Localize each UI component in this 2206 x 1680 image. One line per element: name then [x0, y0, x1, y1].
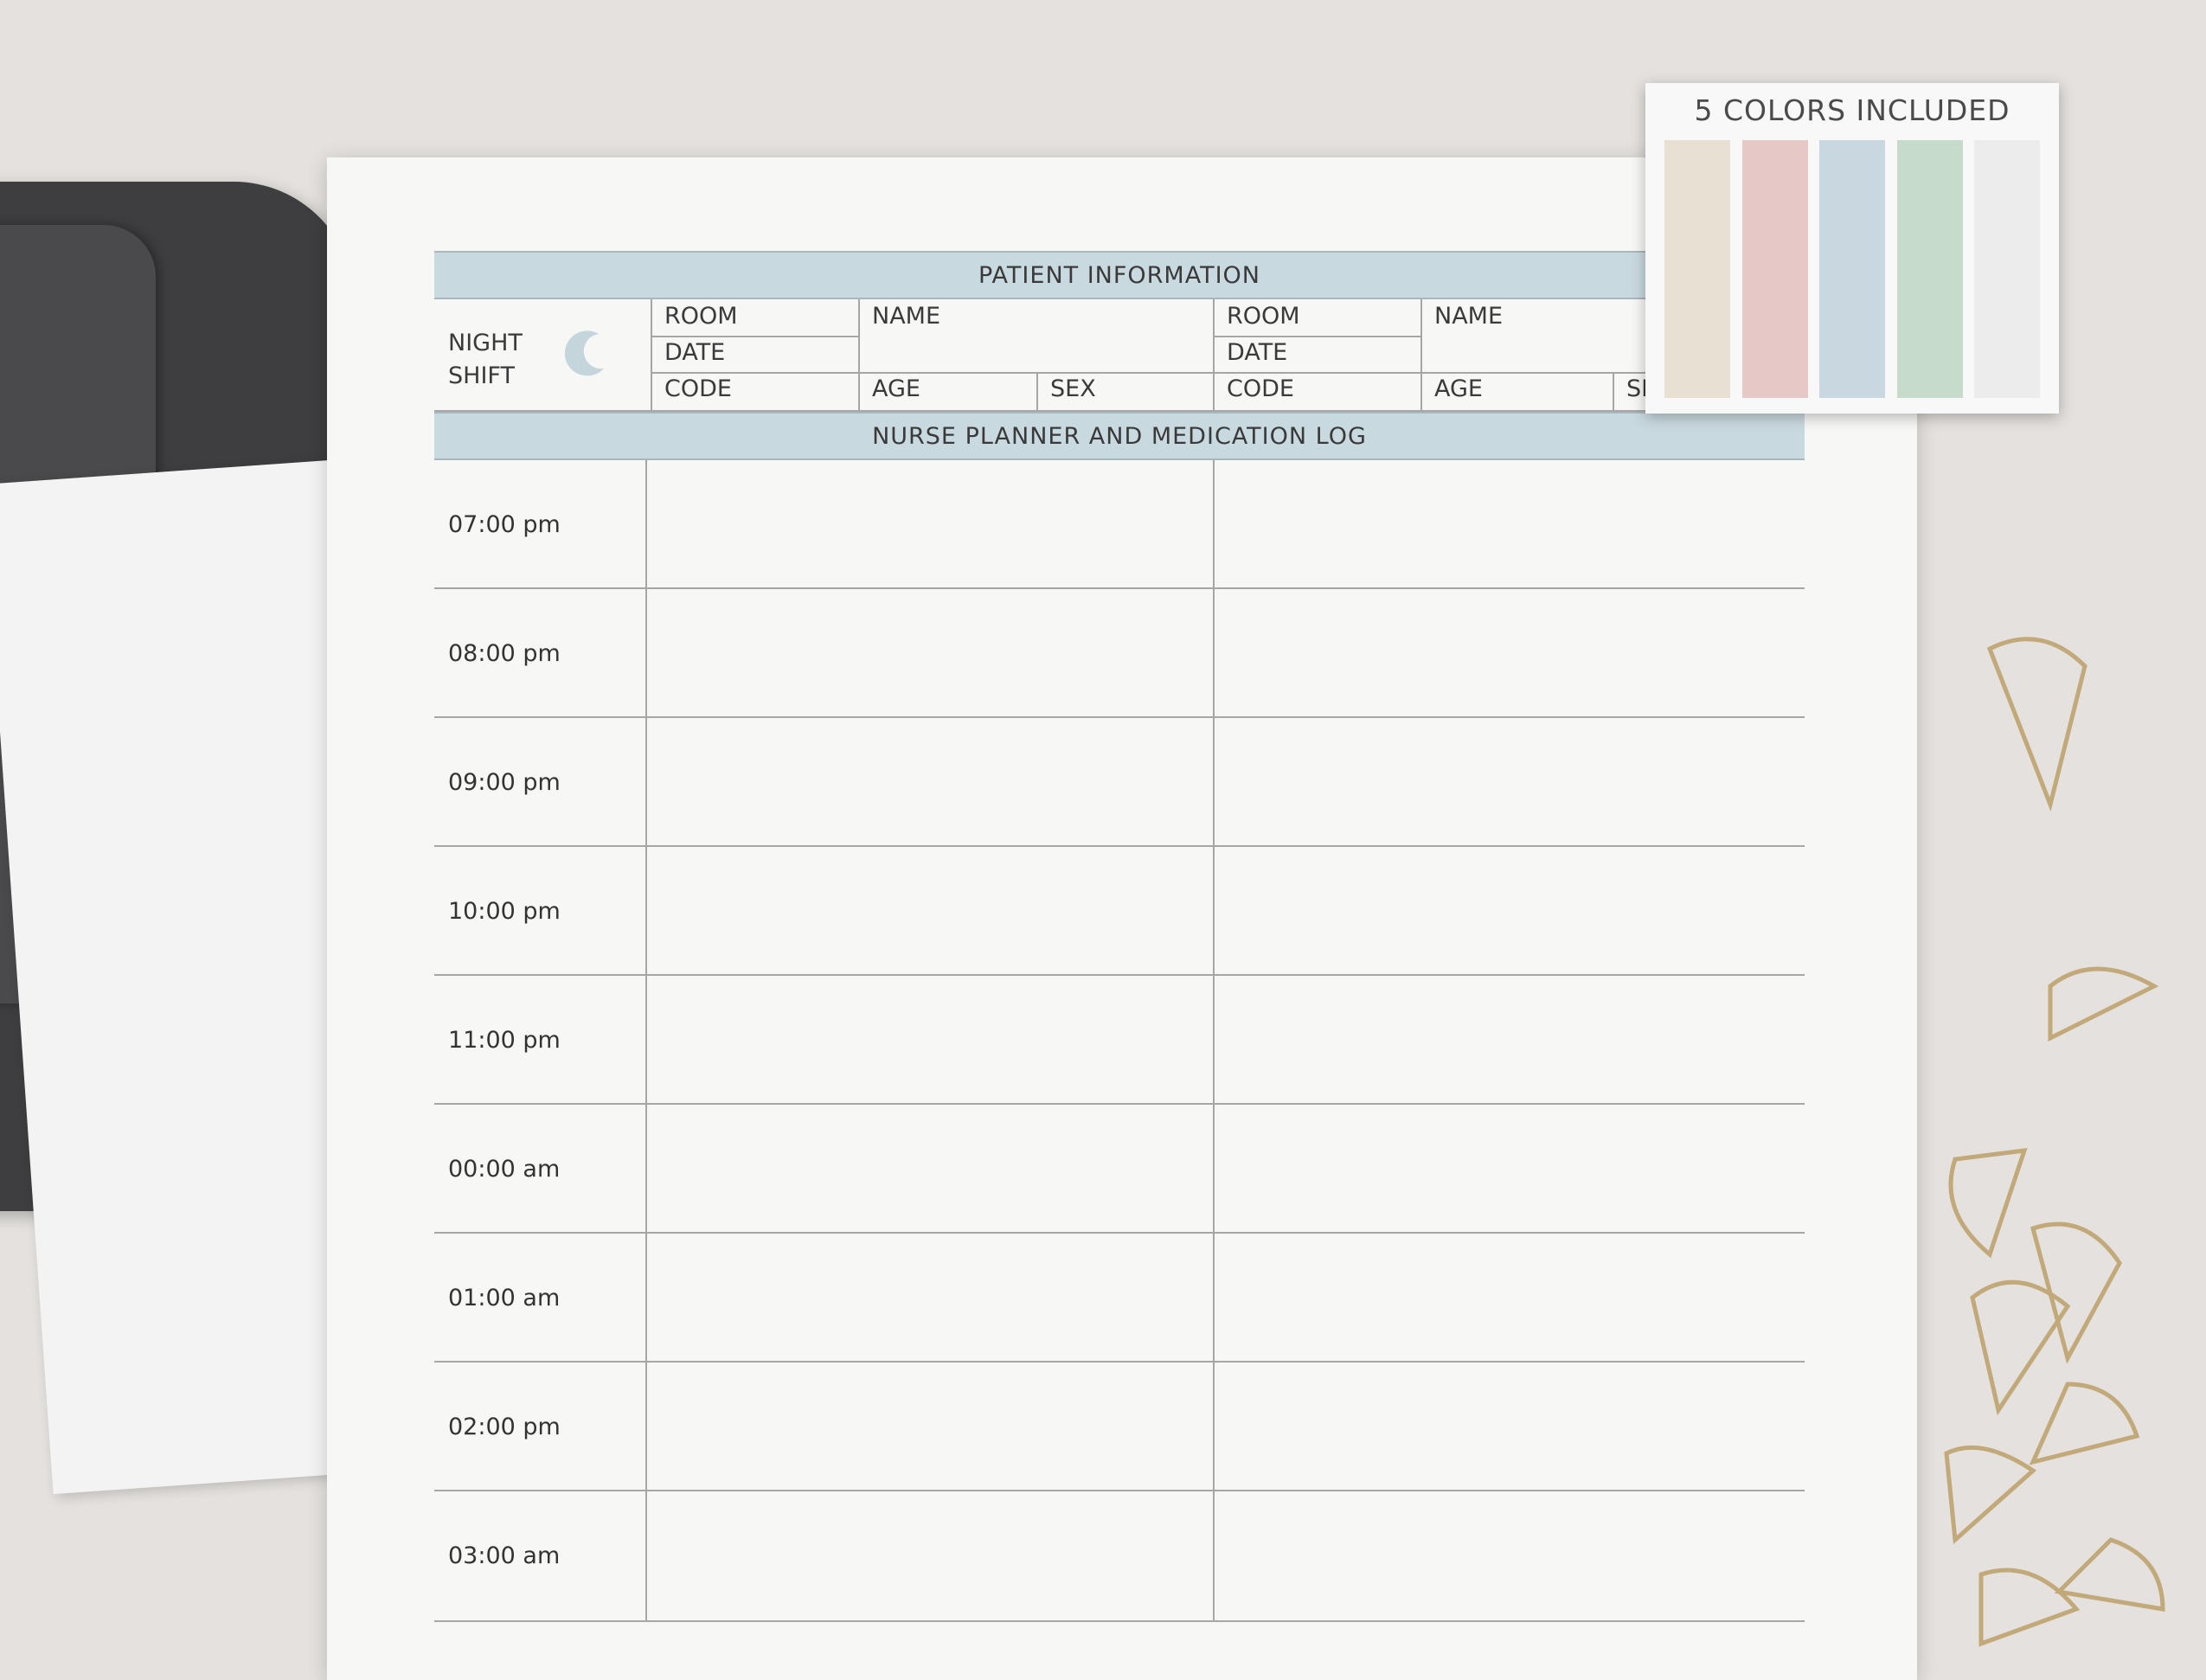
time-label: 07:00 pm	[448, 511, 561, 538]
log-row: 10:00 pm	[434, 847, 1805, 976]
age-label-right: AGE	[1434, 375, 1483, 402]
time-label: 01:00 am	[448, 1285, 561, 1311]
time-label: 03:00 am	[448, 1542, 561, 1569]
age-label-left: AGE	[872, 375, 920, 402]
swatch-green	[1897, 140, 1963, 398]
patient-information-band: PATIENT INFORMATION	[434, 251, 1805, 299]
shift-label-line1: NIGHT	[448, 330, 523, 356]
patient-information-title: PATIENT INFORMATION	[978, 261, 1260, 289]
name-label-right: NAME	[1434, 303, 1504, 330]
log-row: 03:00 am	[434, 1491, 1805, 1620]
time-label: 09:00 pm	[448, 769, 561, 796]
log-row: 01:00 am	[434, 1234, 1805, 1363]
colors-included-card: 5 COLORS INCLUDED	[1645, 83, 2059, 414]
date-label-left: DATE	[664, 339, 726, 366]
patient-info-grid: NIGHT SHIFT ROOM DATE CODE NAME AGE SEX …	[434, 299, 1805, 412]
log-row: 00:00 am	[434, 1105, 1805, 1234]
log-title: NURSE PLANNER AND MEDICATION LOG	[872, 422, 1367, 450]
swatch-pink	[1742, 140, 1808, 398]
log-row: 08:00 pm	[434, 589, 1805, 718]
nurse-planner-sheet: PATIENT INFORMATION NIGHT SHIFT ROOM DAT…	[434, 251, 1805, 1622]
swatch-grey	[1974, 140, 2040, 398]
log-row: 02:00 pm	[434, 1363, 1805, 1491]
code-label-right: CODE	[1227, 375, 1294, 402]
swatch-beige	[1664, 140, 1730, 398]
room-label-left: ROOM	[664, 303, 738, 330]
room-label-right: ROOM	[1227, 303, 1300, 330]
log-title-band: NURSE PLANNER AND MEDICATION LOG	[434, 412, 1805, 460]
paper-clips-decoration	[1944, 637, 2165, 1647]
moon-icon	[564, 330, 604, 376]
name-label-left: NAME	[872, 303, 941, 330]
hourly-log: 07:00 pm 08:00 pm 09:00 pm 10:00 pm 11:0…	[434, 460, 1805, 1622]
time-label: 02:00 pm	[448, 1414, 561, 1440]
date-label-right: DATE	[1227, 339, 1288, 366]
shift-label-line2: SHIFT	[448, 362, 515, 389]
colors-included-title: 5 COLORS INCLUDED	[1694, 93, 2010, 127]
sex-label-left: SEX	[1050, 375, 1096, 402]
shift-label: NIGHT SHIFT	[448, 327, 523, 393]
code-label-left: CODE	[664, 375, 732, 402]
time-label: 08:00 pm	[448, 640, 561, 667]
time-label: 11:00 pm	[448, 1027, 561, 1054]
log-row: 11:00 pm	[434, 976, 1805, 1105]
log-row: 09:00 pm	[434, 718, 1805, 847]
time-label: 10:00 pm	[448, 898, 561, 925]
swatch-blue	[1819, 140, 1885, 398]
time-label: 00:00 am	[448, 1156, 561, 1183]
log-row: 07:00 pm	[434, 460, 1805, 589]
